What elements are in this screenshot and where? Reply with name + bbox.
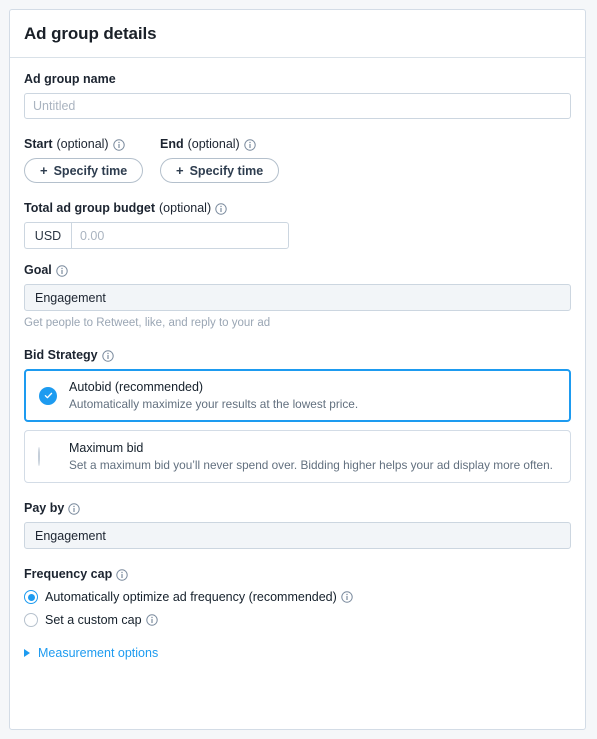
info-icon[interactable] bbox=[244, 138, 256, 151]
start-label-text: Start bbox=[24, 137, 53, 151]
radio-unselected-icon bbox=[24, 613, 38, 627]
pay-by-value: Engagement bbox=[35, 528, 106, 543]
goal-hint: Get people to Retweet, like, and reply t… bbox=[24, 317, 271, 329]
budget-label: Total ad group budget (optional) bbox=[24, 201, 571, 216]
budget-input-group: USD bbox=[24, 222, 289, 249]
currency-prefix: USD bbox=[24, 222, 71, 249]
ad-group-name-label: Ad group name bbox=[24, 72, 571, 87]
page-title: Ad group details bbox=[24, 23, 157, 43]
ad-group-details-card: Ad group details Ad group name Start (op… bbox=[9, 9, 586, 730]
start-time-group: Start (optional) + Specify time bbox=[24, 137, 160, 183]
end-optional-text: (optional) bbox=[187, 137, 240, 151]
budget-field: Total ad group budget (optional) USD bbox=[24, 201, 571, 249]
bid-option-maximum-bid-title: Maximum bid bbox=[69, 441, 144, 455]
end-specify-time-label: Specify time bbox=[189, 163, 264, 178]
bid-option-autobid[interactable]: Autobid (recommended) Automatically maxi… bbox=[24, 369, 571, 422]
measurement-options-label: Measurement options bbox=[38, 646, 159, 660]
radio-selected-icon bbox=[24, 590, 38, 604]
budget-optional-text: (optional) bbox=[159, 201, 212, 215]
empty-circle-icon bbox=[38, 446, 56, 466]
info-icon[interactable] bbox=[145, 614, 158, 626]
frequency-cap-label-text: Frequency cap bbox=[24, 567, 113, 581]
frequency-cap-option-custom[interactable]: Set a custom cap bbox=[24, 612, 571, 628]
info-icon[interactable] bbox=[116, 568, 128, 581]
frequency-cap-label: Frequency cap bbox=[24, 567, 571, 582]
bid-strategy-label-text: Bid Strategy bbox=[24, 348, 98, 362]
card-header: Ad group details bbox=[10, 10, 585, 58]
frequency-cap-field: Frequency cap Automatically optimize ad … bbox=[24, 567, 571, 628]
frequency-cap-option-auto[interactable]: Automatically optimize ad frequency (rec… bbox=[24, 589, 571, 605]
pay-by-label: Pay by bbox=[24, 501, 571, 516]
start-optional-text: (optional) bbox=[56, 137, 109, 151]
pay-by-label-text: Pay by bbox=[24, 501, 65, 515]
info-icon[interactable] bbox=[215, 202, 227, 215]
end-label-text: End bbox=[160, 137, 184, 151]
ad-group-name-field: Ad group name bbox=[24, 72, 571, 119]
bid-option-autobid-title: Autobid (recommended) bbox=[69, 380, 204, 394]
plus-icon: + bbox=[176, 163, 184, 178]
bid-strategy-field: Bid Strategy Autobid (recommended) Autom… bbox=[24, 348, 571, 483]
budget-amount-input[interactable] bbox=[71, 222, 289, 249]
bid-option-maximum-bid[interactable]: Maximum bid Set a maximum bid you’ll nev… bbox=[24, 430, 571, 483]
frequency-cap-option-custom-label: Set a custom cap bbox=[45, 613, 142, 627]
start-label: Start (optional) bbox=[24, 137, 160, 152]
card-body: Ad group name Start (optional) + bbox=[10, 58, 585, 670]
goal-label-text: Goal bbox=[24, 263, 52, 277]
bid-strategy-label: Bid Strategy bbox=[24, 348, 571, 363]
info-icon[interactable] bbox=[68, 502, 81, 515]
plus-icon: + bbox=[40, 163, 48, 178]
pay-by-select[interactable]: Engagement bbox=[24, 522, 571, 549]
info-icon[interactable] bbox=[101, 349, 114, 362]
goal-value: Engagement bbox=[35, 290, 106, 305]
frequency-cap-option-auto-label: Automatically optimize ad frequency (rec… bbox=[45, 590, 337, 604]
goal-select[interactable]: Engagement bbox=[24, 284, 571, 311]
info-icon[interactable] bbox=[341, 591, 353, 603]
bid-option-maximum-bid-description: Set a maximum bid you’ll never spend ove… bbox=[69, 458, 553, 472]
info-icon[interactable] bbox=[56, 264, 68, 277]
goal-field: Goal Engagement Get people to Retweet, l… bbox=[24, 263, 571, 330]
end-label: End (optional) bbox=[160, 137, 279, 152]
ad-group-name-input[interactable] bbox=[24, 93, 571, 119]
start-specify-time-button[interactable]: + Specify time bbox=[24, 158, 144, 183]
goal-label: Goal bbox=[24, 263, 571, 278]
end-specify-time-button[interactable]: + Specify time bbox=[160, 158, 280, 183]
frequency-cap-option-auto-label-wrap: Automatically optimize ad frequency (rec… bbox=[45, 589, 353, 605]
bid-option-autobid-description: Automatically maximize your results at t… bbox=[69, 397, 359, 411]
check-circle-icon bbox=[39, 386, 57, 405]
pay-by-field: Pay by Engagement bbox=[24, 501, 571, 549]
ad-group-name-label-text: Ad group name bbox=[24, 72, 116, 86]
schedule-row: Start (optional) + Specify time End (opt… bbox=[24, 137, 571, 183]
measurement-options-toggle[interactable]: Measurement options bbox=[24, 646, 571, 660]
page-root: Ad group details Ad group name Start (op… bbox=[0, 0, 597, 739]
end-time-group: End (optional) + Specify time bbox=[160, 137, 280, 183]
chevron-right-icon bbox=[24, 649, 30, 657]
frequency-cap-option-custom-label-wrap: Set a custom cap bbox=[45, 612, 158, 628]
budget-label-text: Total ad group budget bbox=[24, 201, 155, 215]
info-icon[interactable] bbox=[112, 138, 125, 151]
start-specify-time-label: Specify time bbox=[53, 163, 128, 178]
